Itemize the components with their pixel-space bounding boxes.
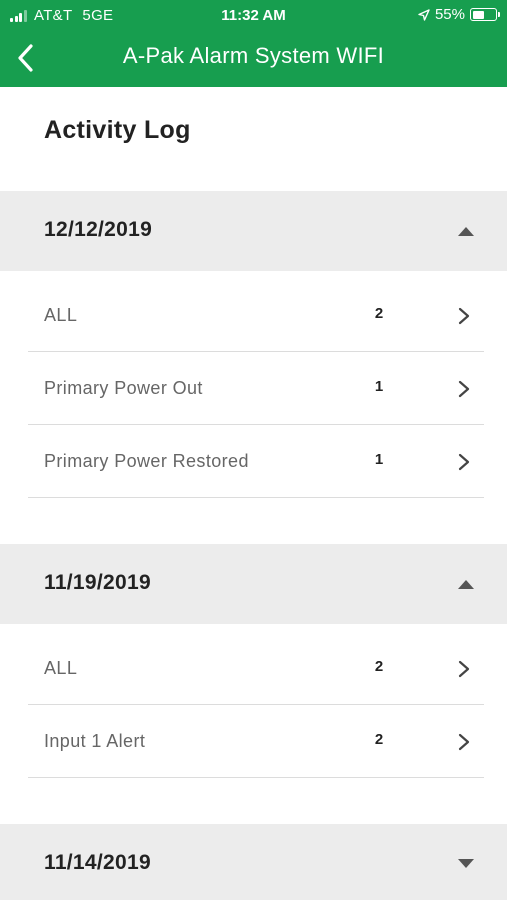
chevron-right-icon <box>458 733 470 751</box>
list-item[interactable]: ALL 2 <box>28 632 484 705</box>
caret-down-icon <box>457 858 475 870</box>
caret-up-icon <box>457 578 475 590</box>
row-count: 1 <box>374 451 384 468</box>
section-date: 12/12/2019 <box>44 218 153 241</box>
battery-fill <box>472 10 485 19</box>
section-header-12-12-2019[interactable]: 12/12/2019 <box>0 191 507 271</box>
chevron-right-icon <box>458 453 470 471</box>
navigation-bar: A-Pak Alarm System WIFI <box>0 32 507 87</box>
list-item[interactable]: ALL 2 <box>28 279 484 352</box>
section-date: 11/14/2019 <box>44 851 151 874</box>
section-date: 11/19/2019 <box>44 571 151 594</box>
row-count: 2 <box>374 731 384 748</box>
nav-title: A-Pak Alarm System WIFI <box>122 43 385 68</box>
app-header: AT&T 5GE 11:32 AM 55% A-Pak Alarm System… <box>0 0 507 87</box>
section-header-11-14-2019[interactable]: 11/14/2019 <box>0 824 507 900</box>
row-label: ALL <box>44 305 78 325</box>
list-item[interactable]: Primary Power Out 1 <box>28 352 484 425</box>
row-count: 1 <box>374 378 384 395</box>
caret-up-icon <box>457 225 475 237</box>
list-item[interactable]: Input 1 Alert 2 <box>28 705 484 778</box>
chevron-right-icon <box>458 660 470 678</box>
battery-percent: 55% <box>434 6 465 23</box>
row-label: Input 1 Alert <box>44 731 146 751</box>
row-label: Primary Power Out <box>44 378 203 398</box>
page-title: Activity Log <box>44 116 191 144</box>
row-label: ALL <box>44 658 78 678</box>
section-header-11-19-2019[interactable]: 11/19/2019 <box>0 544 507 624</box>
status-bar-right: 55% <box>418 6 500 23</box>
location-arrow-icon <box>418 8 430 21</box>
status-bar: AT&T 5GE 11:32 AM 55% <box>0 0 507 32</box>
chevron-right-icon <box>458 380 470 398</box>
row-count: 2 <box>374 658 384 675</box>
list-item[interactable]: Primary Power Restored 1 <box>28 425 484 498</box>
row-count: 2 <box>374 305 384 322</box>
battery-icon <box>470 8 500 21</box>
chevron-right-icon <box>458 307 470 325</box>
row-label: Primary Power Restored <box>44 451 249 471</box>
